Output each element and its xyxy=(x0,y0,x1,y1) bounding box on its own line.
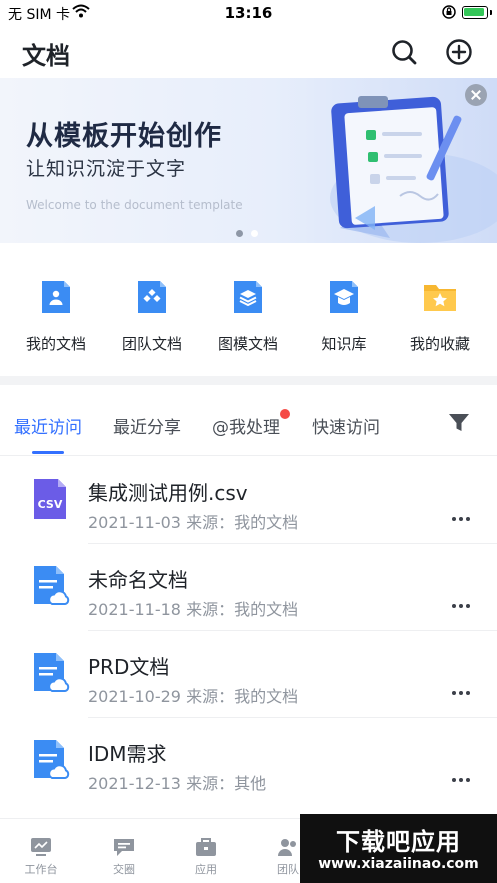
quick-entry-label: 我的收藏 xyxy=(409,335,470,353)
banner-subtitle: 让知识沉淀于文字 xyxy=(26,158,187,180)
site-watermark: 下载吧应用 www.xiazaiinao.com xyxy=(300,814,497,883)
workbench-icon xyxy=(31,838,51,856)
search-icon[interactable] xyxy=(390,38,418,66)
file-name: IDM需求 xyxy=(88,742,167,766)
cloud-doc-icon xyxy=(34,566,70,605)
status-bar: 无 SIM 卡 13:16 xyxy=(0,0,497,26)
quick-entry-team-docs[interactable]: 团队文档 xyxy=(112,275,192,365)
quick-entry-favorites[interactable]: 我的收藏 xyxy=(400,275,480,365)
my-docs-icon xyxy=(42,281,70,313)
quick-entry-label: 团队文档 xyxy=(121,335,182,353)
nav-item-chat[interactable]: 交圈 xyxy=(94,835,154,879)
nav-label: 交圈 xyxy=(113,863,135,876)
file-name: 集成测试用例.csv xyxy=(88,481,248,505)
knowledge-base-icon xyxy=(330,281,358,313)
notification-dot xyxy=(280,409,290,419)
page-title: 文档 xyxy=(22,42,70,70)
banner-caption: Welcome to the document template xyxy=(26,198,243,212)
carousel-indicator[interactable] xyxy=(236,229,266,239)
carousel-dot-active[interactable] xyxy=(236,230,243,237)
tab-recent-shares[interactable]: 最近分享 xyxy=(113,413,181,438)
template-docs-icon xyxy=(234,281,262,313)
file-row[interactable]: 未命名文档 2021-11-18 来源：我的文档 xyxy=(0,544,497,631)
tab-recent-visits[interactable]: 最近访问 xyxy=(14,413,82,438)
team-docs-icon xyxy=(138,281,166,313)
file-row[interactable]: CSV 集成测试用例.csv 2021-11-03 来源：我的文档 xyxy=(0,457,497,544)
file-meta: 2021-11-18 来源：我的文档 xyxy=(88,600,299,619)
quick-entry-label: 知识库 xyxy=(321,335,367,353)
quick-entry-template-docs[interactable]: 图模文档 xyxy=(208,275,288,365)
file-row[interactable]: IDM需求 2021-12-13 来源：其他 xyxy=(0,718,497,805)
banner-title: 从模板开始创作 xyxy=(26,121,222,152)
quick-entry-knowledge-base[interactable]: 知识库 xyxy=(304,275,384,365)
cloud-doc-icon xyxy=(34,740,70,779)
more-icon[interactable] xyxy=(450,602,472,610)
cloud-doc-icon xyxy=(34,653,70,692)
more-icon[interactable] xyxy=(450,515,472,523)
nav-item-workbench[interactable]: 工作台 xyxy=(11,835,71,879)
nav-item-apps[interactable]: 应用 xyxy=(176,835,236,879)
more-icon[interactable] xyxy=(450,689,472,697)
quick-entry-label: 我的文档 xyxy=(25,335,86,353)
status-time: 13:16 xyxy=(224,4,273,22)
team-icon xyxy=(278,839,296,856)
filter-icon[interactable] xyxy=(448,413,470,433)
file-meta: 2021-10-29 来源：我的文档 xyxy=(88,687,299,706)
watermark-main: 下载吧应用 xyxy=(336,828,461,856)
chat-icon xyxy=(114,839,134,856)
csv-file-icon: CSV xyxy=(34,479,66,519)
more-icon[interactable] xyxy=(450,776,472,784)
section-divider xyxy=(0,376,497,385)
watermark-url: www.xiazaiinao.com xyxy=(318,856,479,872)
carousel-dot[interactable] xyxy=(251,230,258,237)
nav-label: 工作台 xyxy=(24,863,58,876)
tab-bar: 最近访问 最近分享 @我处理 快速访问 xyxy=(0,385,497,456)
nav-label: 应用 xyxy=(195,863,217,876)
tab-quick-access[interactable]: 快速访问 xyxy=(312,413,380,438)
battery-tip xyxy=(490,10,492,15)
file-meta: 2021-12-13 来源：其他 xyxy=(88,774,267,793)
file-name: PRD文档 xyxy=(88,655,170,679)
file-name: 未命名文档 xyxy=(88,568,188,592)
close-icon[interactable] xyxy=(465,84,487,106)
active-tab-indicator xyxy=(32,451,64,454)
quick-entry-my-docs[interactable]: 我的文档 xyxy=(16,275,96,365)
favorites-icon xyxy=(424,285,456,311)
battery-icon xyxy=(462,6,488,19)
header: 文档 xyxy=(0,26,497,78)
add-icon[interactable] xyxy=(445,38,473,66)
quick-entry-label: 图模文档 xyxy=(217,335,278,353)
tab-mentions[interactable]: @我处理 xyxy=(212,413,280,438)
orientation-lock-icon xyxy=(442,5,456,19)
template-banner[interactable]: 从模板开始创作 让知识沉淀于文字 Welcome to the document… xyxy=(0,78,497,243)
file-row[interactable]: PRD文档 2021-10-29 来源：我的文档 xyxy=(0,631,497,718)
csv-badge-text: CSV xyxy=(38,498,63,511)
file-meta: 2021-11-03 来源：我的文档 xyxy=(88,513,299,532)
apps-icon xyxy=(196,838,216,856)
quick-entries: 我的文档 团队文档 图模文档 知识库 我的收藏 xyxy=(0,243,497,376)
